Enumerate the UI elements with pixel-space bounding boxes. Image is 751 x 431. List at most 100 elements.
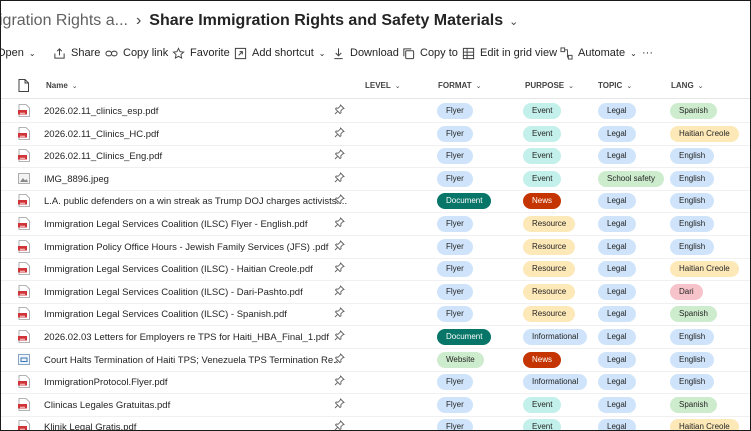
file-name-link[interactable]: Immigration Legal Services Coalition (IL… [44, 264, 313, 275]
file-name-link[interactable]: Immigration Legal Services Coalition (IL… [44, 287, 303, 298]
table-row[interactable]: 2026.02.11_Clinics_Eng.pdf Flyer Event Lega… [1, 145, 750, 169]
topic-tag: Legal [598, 351, 636, 368]
breadcrumb-separator: › [135, 12, 142, 29]
purpose-tag: Resource [523, 216, 576, 232]
table-row[interactable]: Court Halts Termination of Haiti TPS; Ve… [1, 349, 750, 372]
table-row[interactable]: 2026.02.03 Letters for Employers re TPS … [1, 326, 750, 349]
star-icon [171, 46, 185, 60]
edit-in-grid-view-label: Edit in grid view [480, 47, 558, 59]
pdf-icon [18, 104, 30, 117]
chevron-down-icon: ⌄ [626, 82, 633, 90]
topic-tag: Legal [598, 283, 636, 300]
pin-icon[interactable] [334, 239, 345, 251]
chevron-down-icon[interactable]: ⌄ [509, 15, 518, 28]
file-name-link[interactable]: 2026.02.11_Clinics_Eng.pdf [44, 151, 162, 162]
file-name-link[interactable]: Immigration Legal Services Coalition (IL… [44, 309, 287, 320]
file-name-link[interactable]: 2026.02.03 Letters for Employers re TPS … [44, 332, 329, 343]
purpose-tag: Resource [523, 283, 576, 300]
pin-icon[interactable] [334, 330, 345, 341]
automate-button[interactable]: Automate ⌄ [559, 41, 637, 65]
file-name-link[interactable]: Immigration Legal Services Coalition (IL… [44, 219, 307, 230]
pin-icon[interactable] [334, 262, 345, 273]
pin-icon[interactable] [334, 149, 345, 160]
table-row[interactable]: Immigration Legal Services Coalition (IL… [1, 281, 750, 304]
pin-icon[interactable] [334, 307, 345, 318]
purpose-tag: News [523, 351, 562, 368]
pin-icon[interactable] [334, 352, 345, 364]
column-header-level[interactable]: LEVEL ⌄ [365, 81, 401, 90]
column-header-purpose-label: PURPOSE [525, 81, 565, 90]
pin-icon[interactable] [334, 104, 345, 115]
pin-icon[interactable] [334, 397, 345, 409]
file-name-link[interactable]: 2026.02.11_clinics_esp.pdf [44, 106, 158, 117]
lang-tag: Haitian Creole [670, 261, 739, 278]
column-header-purpose[interactable]: PURPOSE ⌄ [525, 81, 574, 90]
file-name-link[interactable]: 2026.02.11_Clinics_HC.pdf [44, 129, 159, 140]
file-name-link[interactable]: Immigration Policy Office Hours - Jewish… [44, 242, 328, 253]
pin-icon[interactable] [334, 284, 345, 296]
purpose-tag: Informational [523, 374, 588, 391]
table-row[interactable]: ImmigrationProtocol.Flyer.pdf Flyer Inform… [1, 371, 750, 395]
table-row[interactable]: IMG_8896.jpeg Flyer Event School safety Engl… [1, 168, 750, 191]
chevron-down-icon: ⌄ [28, 48, 36, 58]
breadcrumb: igration Rights a... › Share Immigration… [1, 9, 518, 33]
table-row[interactable]: L.A. public defenders on a win streak as… [1, 190, 750, 214]
purpose-tag: Event [523, 419, 562, 430]
favorite-button[interactable]: Favorite [171, 41, 230, 65]
table-row[interactable]: Immigration Policy Office Hours - Jewish… [1, 236, 750, 259]
pin-icon[interactable] [334, 375, 345, 386]
pin-icon[interactable] [334, 217, 345, 228]
lang-tag: English [670, 148, 715, 165]
automate-label: Automate [578, 47, 626, 59]
edit-in-grid-view-button[interactable]: Edit in grid view [461, 41, 557, 65]
table-row[interactable]: Klinik Legal Gratis.pdf Flyer Event Legal Ha… [1, 416, 750, 430]
topic-tag: Legal [598, 374, 636, 391]
table-row[interactable]: 2026.02.11_Clinics_HC.pdf Flyer Event Legal… [1, 123, 750, 146]
table-row[interactable]: 2026.02.11_clinics_esp.pdf Flyer Event Lega… [1, 100, 750, 123]
download-button[interactable]: Download [331, 41, 399, 65]
pin-icon[interactable] [334, 194, 345, 205]
command-bar: Open ⌄ Share Copy link Favorite Add shortcut ⌄… [1, 41, 750, 65]
pdf-icon [18, 284, 30, 298]
copy-link-button[interactable]: Copy link [104, 41, 168, 65]
pin-icon[interactable] [334, 171, 345, 183]
add-shortcut-button[interactable]: Add shortcut ⌄ [233, 41, 325, 65]
purpose-tag: News [523, 193, 562, 210]
file-name-link[interactable]: L.A. public defenders on a win streak as… [44, 196, 347, 207]
file-type-column-icon[interactable] [18, 79, 29, 92]
pdf-icon [18, 307, 30, 321]
table-row[interactable]: Immigration Legal Services Coalition (IL… [1, 213, 750, 236]
pin-icon[interactable] [334, 420, 345, 430]
open-button[interactable]: Open ⌄ [1, 41, 36, 65]
file-name-link[interactable]: Clinicas Legales Gratuitas.pdf [44, 400, 170, 411]
more-button[interactable]: ··· [642, 41, 653, 65]
lang-tag: Haitian Creole [670, 419, 739, 430]
column-header-lang[interactable]: LANG ⌄ [671, 81, 704, 90]
lang-tag: Spanish [670, 103, 717, 119]
table-row[interactable]: Immigration Legal Services Coalition (IL… [1, 258, 750, 282]
chevron-down-icon: ⌄ [318, 48, 326, 58]
open-label: Open [1, 47, 24, 59]
file-name-link[interactable]: Court Halts Termination of Haiti TPS; Ve… [44, 355, 341, 366]
copy-to-button[interactable]: Copy to [401, 41, 458, 65]
column-header-format[interactable]: FORMAT ⌄ [438, 81, 482, 90]
pdf-icon [18, 126, 30, 140]
breadcrumb-parent-link[interactable]: igration Rights a... [1, 12, 128, 30]
lang-tag: English [670, 216, 715, 232]
topic-tag: Legal [598, 329, 636, 345]
share-button[interactable]: Share [52, 41, 100, 65]
lang-tag: English [670, 329, 715, 345]
file-name-link[interactable]: ImmigrationProtocol.Flyer.pdf [44, 377, 168, 388]
table-row[interactable]: Immigration Legal Services Coalition (IL… [1, 303, 750, 327]
pin-icon[interactable] [334, 126, 345, 138]
image-icon [18, 172, 30, 185]
purpose-tag: Informational [523, 329, 588, 345]
file-name-link[interactable]: IMG_8896.jpeg [44, 174, 109, 185]
file-name-link[interactable]: Klinik Legal Gratis.pdf [44, 422, 136, 430]
format-tag: Flyer [437, 125, 473, 142]
purpose-tag: Event [523, 125, 562, 142]
table-row[interactable]: Clinicas Legales Gratuitas.pdf Flyer Event… [1, 394, 750, 417]
purpose-tag: Event [523, 148, 562, 165]
column-header-name[interactable]: Name ⌄ [46, 81, 78, 90]
column-header-topic[interactable]: TOPIC ⌄ [598, 81, 632, 90]
